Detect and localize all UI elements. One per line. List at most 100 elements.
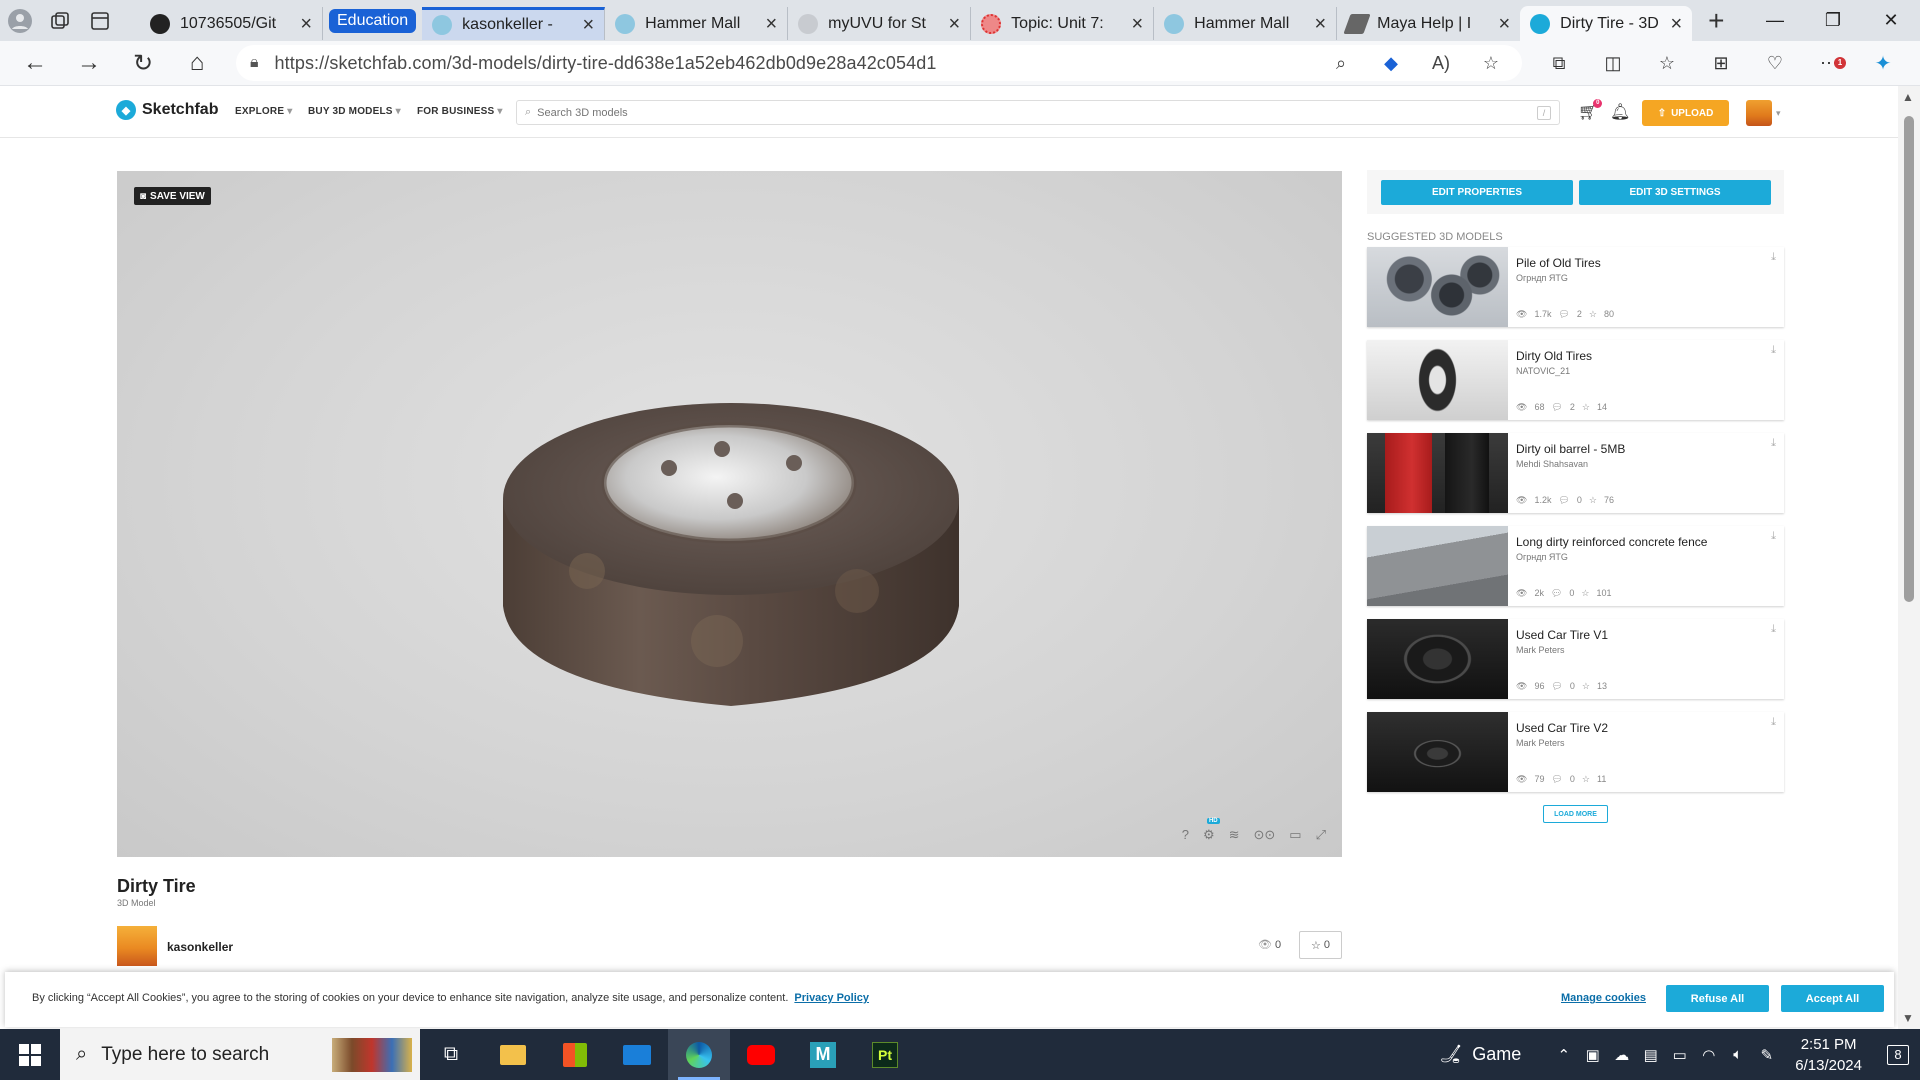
vertical-tabs-icon[interactable] bbox=[80, 0, 120, 41]
collections-icon[interactable]: ⊞ bbox=[1694, 53, 1748, 74]
download-icon[interactable]: ⤓ bbox=[1771, 623, 1776, 636]
device-icon[interactable]: ▤ bbox=[1636, 1046, 1665, 1064]
model-author[interactable]: Mehdi Shahsavan bbox=[1516, 459, 1776, 469]
ar-icon[interactable]: ▭ bbox=[1289, 827, 1301, 843]
refuse-all-button[interactable]: Refuse All bbox=[1666, 985, 1769, 1012]
home-icon[interactable]: ⌂ bbox=[170, 41, 224, 86]
upload-button[interactable]: ⇧ UPLOAD bbox=[1642, 100, 1729, 126]
settings-gear-icon[interactable]: ⚙ HD bbox=[1203, 818, 1220, 843]
camera-icon[interactable]: ▣ bbox=[1578, 1046, 1607, 1064]
scroll-up-icon[interactable]: ▲ bbox=[1902, 90, 1914, 104]
nav-for-business[interactable]: FOR BUSINESS ▾ bbox=[417, 106, 503, 117]
workspaces-icon[interactable] bbox=[40, 0, 80, 41]
close-tab-icon[interactable]: × bbox=[765, 14, 777, 34]
scroll-down-icon[interactable]: ▼ bbox=[1902, 1011, 1914, 1025]
edge-browser-icon[interactable] bbox=[668, 1029, 730, 1080]
close-tab-icon[interactable]: × bbox=[1314, 14, 1326, 34]
page-scrollbar[interactable]: ▲ ▼ bbox=[1898, 86, 1920, 1029]
notifications-bell-icon[interactable]: 🔔︎ bbox=[1610, 102, 1630, 122]
new-tab-button[interactable]: + bbox=[1692, 6, 1740, 35]
shopping-tag-icon[interactable]: ◆ bbox=[1366, 53, 1416, 74]
suggested-model-card[interactable]: Dirty oil barrel - 5MB Mehdi Shahsavan 👁… bbox=[1367, 433, 1784, 513]
favorite-star-icon[interactable]: ☆ bbox=[1466, 53, 1516, 74]
refresh-icon[interactable]: ↻ bbox=[116, 41, 170, 86]
privacy-policy-link[interactable]: Privacy Policy bbox=[794, 992, 869, 1004]
extensions-icon[interactable]: ⧉ bbox=[1532, 53, 1586, 74]
model-author[interactable]: Огрндп ЯТG bbox=[1516, 552, 1776, 562]
taskbar-search[interactable]: ⌕ Type here to search bbox=[60, 1029, 420, 1080]
tab-group-education[interactable]: Education bbox=[329, 8, 417, 33]
download-icon[interactable]: ⤓ bbox=[1771, 344, 1776, 357]
onedrive-icon[interactable]: ☁︎ bbox=[1607, 1046, 1636, 1064]
model-author[interactable]: Mark Peters bbox=[1516, 738, 1776, 748]
chevron-down-icon[interactable]: ▾ bbox=[1776, 108, 1781, 119]
download-icon[interactable]: ⤓ bbox=[1771, 251, 1776, 264]
close-tab-icon[interactable]: × bbox=[948, 14, 960, 34]
battery-icon[interactable]: ▭ bbox=[1665, 1046, 1694, 1064]
like-button[interactable]: ☆ 0 bbox=[1299, 931, 1342, 959]
tab-hammer-mall-1[interactable]: Hammer Mall × bbox=[605, 7, 789, 40]
suggested-model-card[interactable]: Used Car Tire V1 Mark Peters 👁︎ 96 💬︎ 0 ☆ 13 … bbox=[1367, 619, 1784, 699]
favorites-icon[interactable]: ☆ bbox=[1640, 53, 1694, 74]
manage-cookies-link[interactable]: Manage cookies bbox=[1561, 992, 1646, 1004]
restore-icon[interactable]: ❐ bbox=[1804, 0, 1862, 41]
tab-github[interactable]: 10736505/Git × bbox=[140, 7, 323, 40]
site-search[interactable]: ⌕ / bbox=[516, 100, 1560, 125]
tab-dirty-tire[interactable]: Dirty Tire - 3D × bbox=[1520, 6, 1693, 41]
split-screen-icon[interactable]: ◫ bbox=[1586, 53, 1640, 74]
substance-painter-icon[interactable]: Pt bbox=[854, 1029, 916, 1080]
tab-hammer-mall-2[interactable]: Hammer Mall × bbox=[1154, 7, 1338, 40]
suggested-model-card[interactable]: Pile of Old Tires Огрндп ЯТG 👁︎ 1.7k 💬︎ 2 ☆ 8… bbox=[1367, 247, 1784, 327]
task-view-icon[interactable]: ⧉ bbox=[420, 1029, 482, 1080]
scrollbar-thumb[interactable] bbox=[1904, 116, 1914, 602]
maya-icon[interactable]: M bbox=[792, 1029, 854, 1080]
windows-start-icon[interactable] bbox=[0, 1029, 60, 1080]
load-more-button[interactable]: LOAD MORE bbox=[1543, 805, 1608, 823]
wifi-icon[interactable]: ◠ bbox=[1694, 1046, 1723, 1064]
help-icon[interactable]: ? bbox=[1182, 827, 1189, 843]
read-aloud-icon[interactable]: A) bbox=[1416, 53, 1466, 74]
close-tab-icon[interactable]: × bbox=[582, 15, 594, 35]
owner-avatar[interactable] bbox=[117, 926, 157, 966]
copilot-icon[interactable]: ✦ bbox=[1856, 51, 1910, 76]
tab-kasonkeller[interactable]: kasonkeller - × bbox=[422, 7, 606, 40]
sketchfab-logo[interactable]: ◆ Sketchfab bbox=[116, 100, 218, 120]
minimize-icon[interactable]: — bbox=[1746, 0, 1804, 41]
address-bar[interactable]: 🔒︎ https://sketchfab.com/3d-models/dirty… bbox=[236, 45, 1522, 81]
zoom-icon[interactable]: ⌕ bbox=[1316, 53, 1366, 74]
performance-icon[interactable]: ♡ bbox=[1748, 53, 1802, 74]
download-icon[interactable]: ⤓ bbox=[1771, 437, 1776, 450]
close-tab-icon[interactable]: × bbox=[1131, 14, 1143, 34]
close-tab-icon[interactable]: × bbox=[1670, 14, 1682, 34]
close-tab-icon[interactable]: × bbox=[1498, 14, 1510, 34]
profile-icon[interactable] bbox=[0, 0, 40, 41]
layers-icon[interactable]: ≋ bbox=[1229, 827, 1240, 843]
suggested-model-card[interactable]: Used Car Tire V2 Mark Peters 👁︎ 79 💬︎ 0 ☆ 11 … bbox=[1367, 712, 1784, 792]
model-author[interactable]: NATOVIC_21 bbox=[1516, 366, 1776, 376]
download-icon[interactable]: ⤓ bbox=[1771, 530, 1776, 543]
url-text[interactable]: https://sketchfab.com/3d-models/dirty-ti… bbox=[275, 53, 937, 74]
file-explorer-icon[interactable] bbox=[482, 1029, 544, 1080]
chevron-up-icon[interactable]: ⌃ bbox=[1549, 1046, 1578, 1064]
cart-icon[interactable]: 🛒︎ 0 bbox=[1578, 99, 1603, 122]
user-avatar[interactable] bbox=[1746, 100, 1772, 126]
suggested-model-card[interactable]: Long dirty reinforced concrete fence Огр… bbox=[1367, 526, 1784, 606]
clock[interactable]: 2:51 PM 6/13/2024 bbox=[1795, 1034, 1862, 1076]
tab-myuvu[interactable]: myUVU for St × bbox=[788, 7, 972, 40]
accept-all-button[interactable]: Accept All bbox=[1781, 985, 1884, 1012]
game-widget[interactable]: 🏒︎ Game bbox=[1439, 1044, 1521, 1065]
pen-icon[interactable]: ✎ bbox=[1752, 1046, 1781, 1064]
search-input[interactable] bbox=[537, 106, 1498, 119]
back-icon[interactable]: ← bbox=[8, 41, 62, 86]
model-author[interactable]: Огрндп ЯТG bbox=[1516, 273, 1776, 283]
vr-icon[interactable]: ⊙⊙ bbox=[1254, 827, 1276, 843]
microsoft-store-icon[interactable] bbox=[544, 1029, 606, 1080]
notification-center-icon[interactable]: 8 bbox=[1876, 1029, 1920, 1080]
tab-topic-unit-7[interactable]: Topic: Unit 7: × bbox=[971, 7, 1155, 40]
more-menu-icon[interactable]: ⋯ 1 bbox=[1802, 53, 1856, 74]
volume-icon[interactable]: 🔈︎ bbox=[1723, 1046, 1752, 1063]
mail-icon[interactable] bbox=[606, 1029, 668, 1080]
close-tab-icon[interactable]: × bbox=[300, 14, 312, 34]
edit-properties-button[interactable]: EDIT PROPERTIES bbox=[1381, 180, 1573, 205]
nav-explore[interactable]: EXPLORE ▾ bbox=[235, 106, 292, 117]
